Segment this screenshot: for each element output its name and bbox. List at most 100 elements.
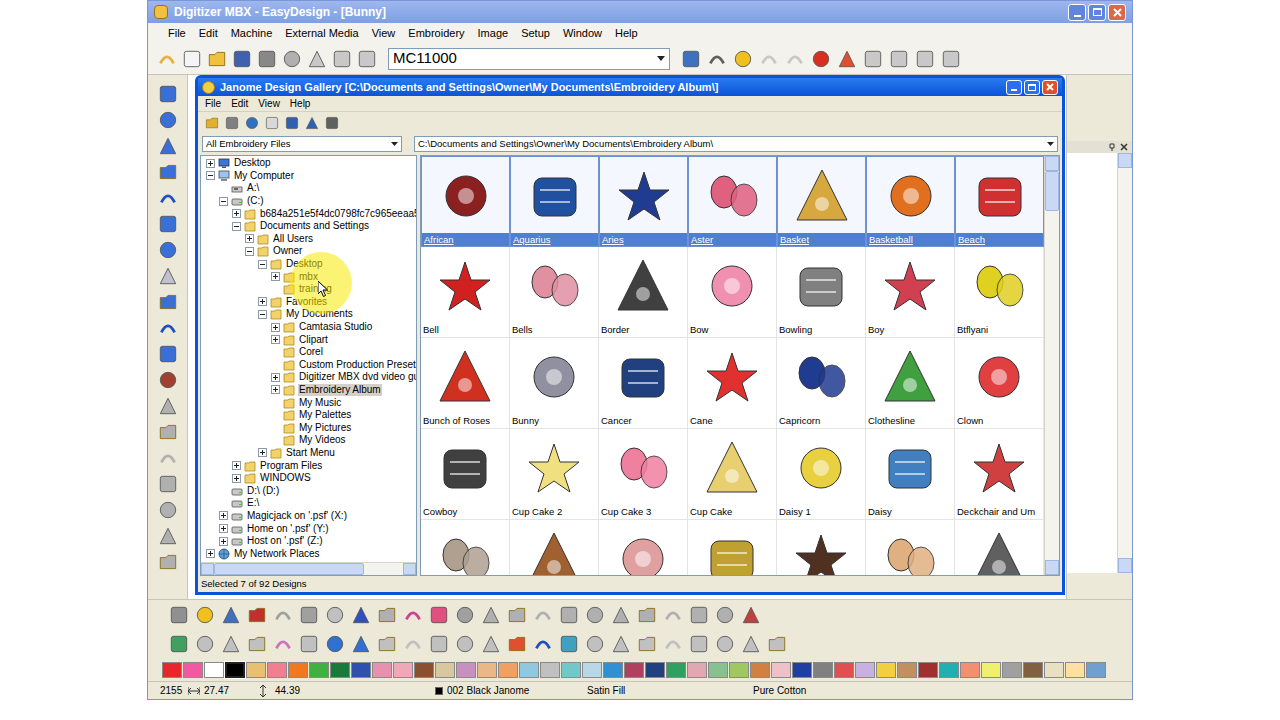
gallery-window[interactable]: Janome Design Gallery [C:\Documents and … — [195, 75, 1065, 595]
palette-swatch[interactable] — [456, 662, 476, 678]
expander-icon[interactable] — [257, 296, 268, 307]
menu-item[interactable]: View — [366, 24, 402, 43]
design-thumbnail[interactable] — [421, 520, 510, 575]
palette-swatch[interactable] — [519, 662, 539, 678]
tree-item[interactable]: mbx — [205, 270, 416, 283]
palette-swatch[interactable] — [918, 662, 938, 678]
tree-item[interactable]: My Pictures — [205, 421, 416, 434]
expander-icon[interactable] — [231, 460, 242, 471]
gallery-menu-item[interactable]: Help — [285, 96, 316, 111]
design-thumbnail[interactable]: Cup Cake 2 — [510, 429, 599, 520]
tool-icon[interactable] — [264, 115, 280, 131]
tool-icon[interactable] — [246, 633, 268, 655]
expander-icon[interactable] — [205, 170, 216, 181]
expander-icon[interactable] — [270, 347, 281, 358]
palette-swatch[interactable] — [1023, 662, 1043, 678]
tree-label[interactable]: WINDOWS — [259, 472, 312, 484]
design-thumbnail[interactable]: Bunch of Roses — [421, 338, 510, 429]
palette-swatch[interactable] — [204, 662, 224, 678]
filter-combo[interactable]: All Embroidery Files — [202, 136, 402, 152]
tree-label[interactable]: (C:) — [246, 195, 265, 207]
tool-icon[interactable] — [157, 525, 179, 547]
tool-icon[interactable] — [506, 604, 528, 626]
palette-swatch[interactable] — [183, 662, 203, 678]
tree-label[interactable]: Owner — [272, 245, 303, 257]
tree-item[interactable]: Start Menu — [205, 447, 416, 460]
tool-icon[interactable] — [157, 135, 179, 157]
tool-icon[interactable] — [168, 633, 190, 655]
tree-item[interactable]: (C:) — [205, 195, 416, 208]
tool-icon[interactable] — [272, 604, 294, 626]
vertical-scrollbar[interactable] — [1044, 156, 1059, 575]
design-thumbnail[interactable]: Cancer — [599, 338, 688, 429]
tool-icon[interactable] — [324, 633, 346, 655]
design-thumbnail[interactable]: Beach — [955, 156, 1044, 247]
tool-icon[interactable] — [532, 633, 554, 655]
design-thumbnail[interactable] — [688, 520, 777, 575]
design-thumbnail[interactable]: Bunny — [510, 338, 599, 429]
menu-item[interactable]: Embroidery — [402, 24, 470, 43]
tool-icon[interactable] — [157, 265, 179, 287]
tool-icon[interactable] — [480, 633, 502, 655]
palette-swatch[interactable] — [771, 662, 791, 678]
tree-item[interactable]: WINDOWS — [205, 472, 416, 485]
tool-icon[interactable] — [584, 633, 606, 655]
palette-swatch[interactable] — [414, 662, 434, 678]
expander-icon[interactable] — [270, 397, 281, 408]
tool-icon[interactable] — [480, 604, 502, 626]
tree-item[interactable]: Magicjack on '.psf' (X:) — [205, 510, 416, 523]
tree-label[interactable]: My Network Places — [233, 548, 321, 560]
design-thumbnail[interactable]: Daisy — [866, 429, 955, 520]
design-thumbnail[interactable] — [777, 520, 866, 575]
design-thumbnail[interactable]: Aquarius — [510, 156, 599, 247]
expander-icon[interactable] — [270, 410, 281, 421]
tree-label[interactable]: Desktop — [233, 157, 272, 169]
menu-item[interactable]: Edit — [193, 24, 224, 43]
tool-icon[interactable] — [157, 499, 179, 521]
design-thumbnail[interactable]: Cane — [688, 338, 777, 429]
tree-label[interactable]: E:\ — [246, 497, 260, 509]
tool-icon[interactable] — [181, 48, 203, 70]
tree-label[interactable]: Camtasia Studio — [298, 321, 373, 333]
palette-swatch[interactable] — [393, 662, 413, 678]
tool-icon[interactable] — [714, 604, 736, 626]
menu-item[interactable]: Setup — [515, 24, 556, 43]
tool-icon[interactable] — [558, 633, 580, 655]
tool-icon[interactable] — [157, 317, 179, 339]
expander-icon[interactable] — [218, 536, 229, 547]
tree-item[interactable]: My Music — [205, 396, 416, 409]
expander-icon[interactable] — [218, 523, 229, 534]
palette-swatch[interactable] — [309, 662, 329, 678]
design-thumbnail[interactable]: Basket — [777, 156, 866, 247]
tool-icon[interactable] — [231, 48, 253, 70]
gallery-menu-item[interactable]: File — [200, 96, 226, 111]
tree-item[interactable]: Host on '.psf' (Z:) — [205, 535, 416, 548]
design-thumbnail[interactable]: Capricorn — [777, 338, 866, 429]
tool-icon[interactable] — [350, 604, 372, 626]
tool-icon[interactable] — [454, 633, 476, 655]
maximize-icon[interactable] — [1024, 80, 1040, 95]
palette-swatch[interactable] — [750, 662, 770, 678]
tree-item[interactable]: Corel — [205, 346, 416, 359]
tool-icon[interactable] — [766, 633, 788, 655]
design-thumbnail[interactable]: Bow — [688, 247, 777, 338]
tool-icon[interactable] — [246, 604, 268, 626]
tool-icon[interactable] — [157, 187, 179, 209]
tree-item[interactable]: E:\ — [205, 497, 416, 510]
tool-icon[interactable] — [220, 633, 242, 655]
expander-icon[interactable] — [205, 158, 216, 169]
tool-icon[interactable] — [256, 48, 278, 70]
tree-item[interactable]: My Videos — [205, 434, 416, 447]
tool-icon[interactable] — [402, 633, 424, 655]
expander-icon[interactable] — [257, 259, 268, 270]
tool-icon[interactable] — [304, 115, 320, 131]
tool-icon[interactable] — [888, 48, 910, 70]
design-thumbnail[interactable]: Aster — [688, 156, 777, 247]
tool-icon[interactable] — [194, 633, 216, 655]
design-thumbnail[interactable]: Bells — [510, 247, 599, 338]
tree-label[interactable]: b684a251e5f4dc0798fc7c965eeaa5 — [259, 208, 416, 220]
scrollbar[interactable] — [1117, 153, 1132, 573]
tool-icon[interactable] — [157, 109, 179, 131]
tool-icon[interactable] — [558, 604, 580, 626]
tool-icon[interactable] — [506, 633, 528, 655]
